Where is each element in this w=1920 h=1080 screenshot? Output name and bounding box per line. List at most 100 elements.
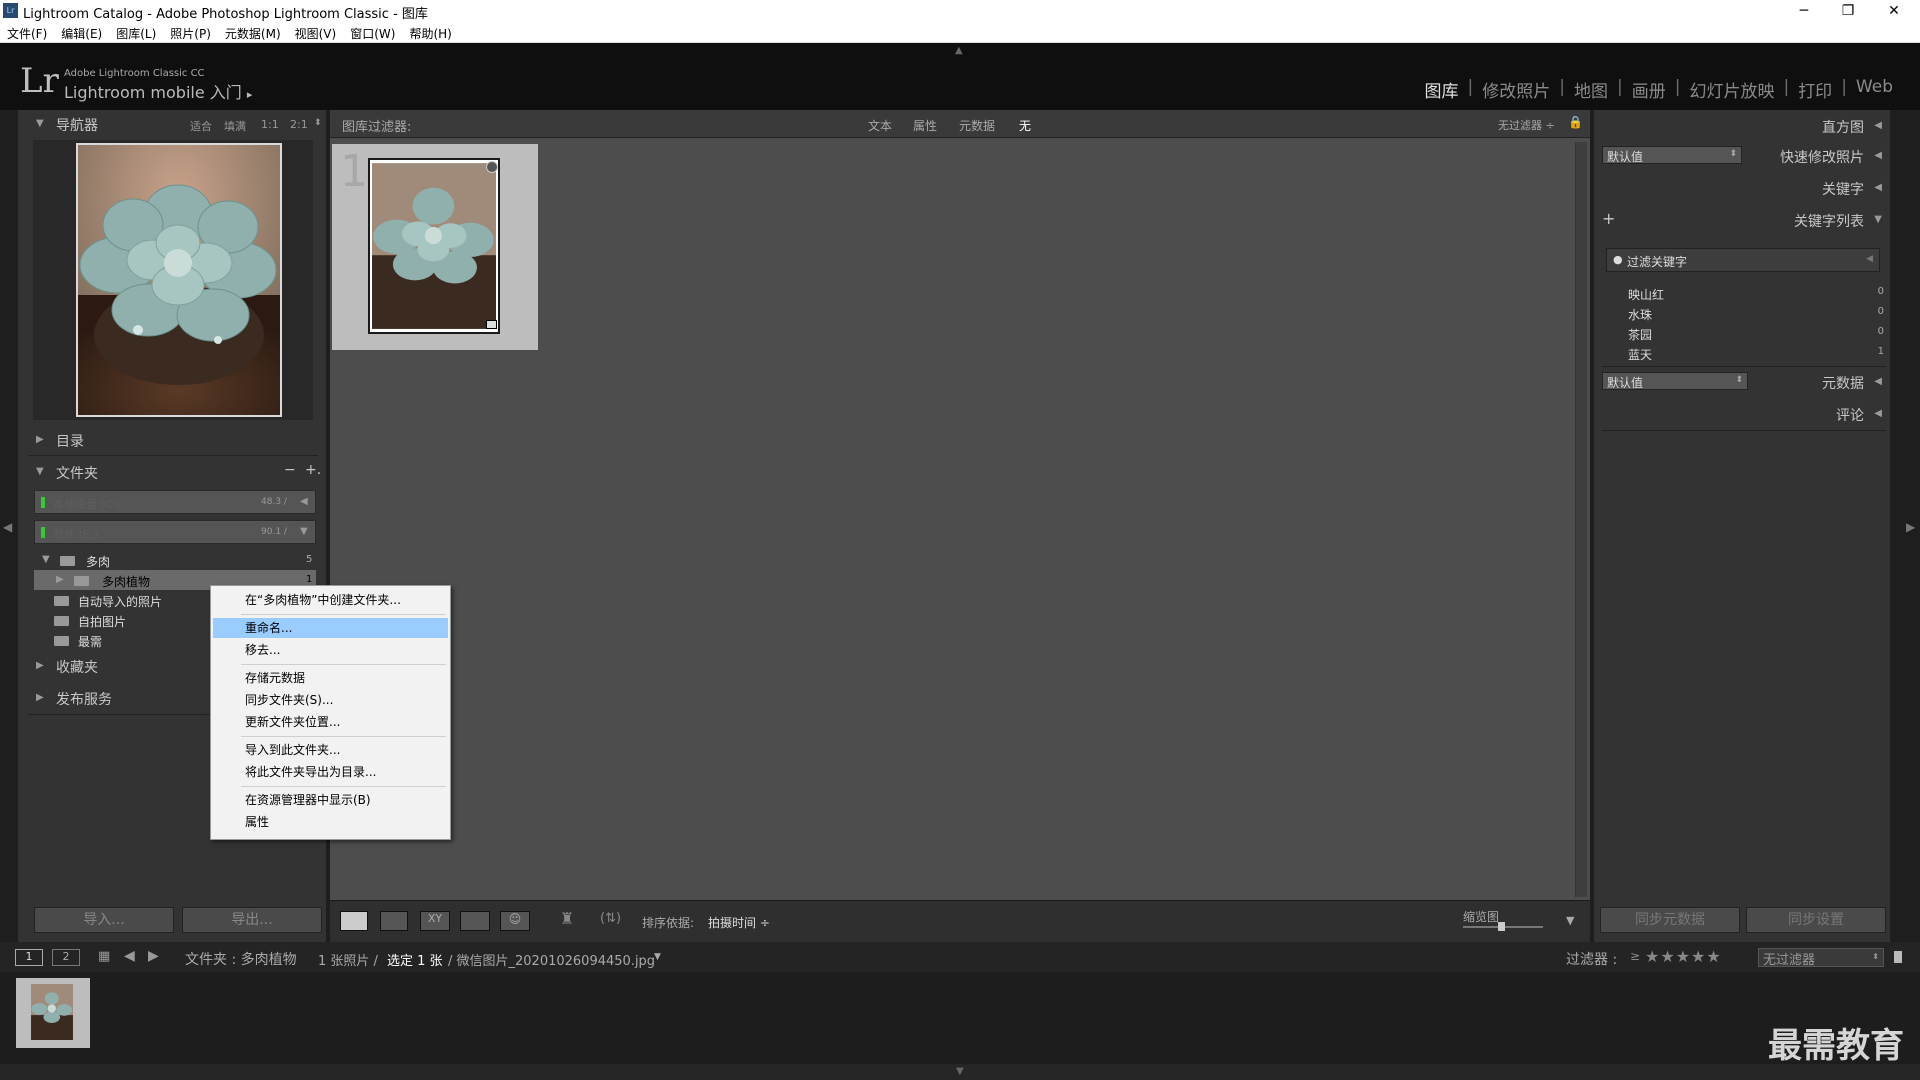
folders-header[interactable]: ▼ 文件夹 − +.: [18, 458, 326, 488]
navigator-preview-image[interactable]: [76, 143, 282, 417]
menu-library[interactable]: 图库(L): [109, 22, 163, 42]
rating-stars[interactable]: ★★★★★: [1645, 947, 1722, 966]
identity-line1: Adobe Lightroom Classic CC: [64, 68, 205, 79]
folder-duorou[interactable]: ▼ 多肉 5: [34, 550, 316, 570]
filter-text[interactable]: 文本: [868, 117, 892, 134]
clear-filter-icon[interactable]: ◀: [1866, 254, 1873, 264]
filmstrip-filter-select[interactable]: 无过滤器 ⬍: [1758, 948, 1884, 968]
rating-operator[interactable]: ≥: [1630, 949, 1640, 963]
keywords-header[interactable]: 关键字 ◀: [1594, 174, 1890, 204]
sync-metadata-button[interactable]: 同步元数据: [1600, 907, 1740, 933]
module-web[interactable]: Web: [1847, 77, 1902, 102]
metadata-preset-select[interactable]: 默认值 ⬍: [1602, 372, 1748, 390]
file-menu-icon[interactable]: ▼: [654, 952, 661, 962]
volume-c[interactable]: 本地磁盘 (C:) 48.3 / ◀: [34, 490, 316, 514]
maximize-button[interactable]: ❐: [1826, 0, 1870, 22]
menu-edit[interactable]: 编辑(E): [54, 22, 109, 42]
collapse-right-icon[interactable]: ▶: [1906, 520, 1915, 534]
minimize-button[interactable]: ─: [1782, 0, 1826, 22]
painter-icon[interactable]: ♜: [560, 909, 574, 928]
filter-metadata[interactable]: 元数据: [959, 117, 995, 134]
menu-view[interactable]: 视图(V): [288, 22, 344, 42]
collapse-top-icon[interactable]: ▲: [955, 45, 963, 56]
nav-fit[interactable]: 适合: [190, 118, 212, 134]
keyword-item[interactable]: 水珠 0: [1628, 306, 1890, 323]
keyword-item[interactable]: 茶园 0: [1628, 326, 1890, 343]
filter-preset-select[interactable]: 无过滤器 ÷: [1498, 117, 1555, 133]
sort-select[interactable]: 拍摄时间 ÷: [708, 914, 770, 931]
menu-import-to-folder[interactable]: 导入到此文件夹...: [213, 740, 448, 760]
menu-window[interactable]: 窗口(W): [343, 22, 402, 42]
filter-attribute[interactable]: 属性: [913, 117, 937, 134]
add-keyword-button[interactable]: +: [1602, 209, 1615, 228]
nav-1to1[interactable]: 1:1: [261, 118, 279, 131]
toolbar-menu-icon[interactable]: ▼: [1566, 914, 1574, 927]
filter-lock-icon[interactable]: [1894, 951, 1902, 963]
comments-header[interactable]: 评论 ◀: [1594, 400, 1890, 430]
sort-direction-icon[interactable]: (⇅): [600, 911, 621, 926]
menu-sync-folder[interactable]: 同步文件夹(S)...: [213, 690, 448, 710]
menu-help[interactable]: 帮助(H): [402, 22, 458, 42]
menu-export-as-catalog[interactable]: 将此文件夹导出为目录...: [213, 762, 448, 782]
nav-zoom-stepper-icon[interactable]: ⬍: [314, 118, 322, 128]
window-1-button[interactable]: 1: [15, 949, 43, 966]
forward-icon[interactable]: ▶: [148, 948, 159, 964]
quick-develop-header[interactable]: 默认值 ⬍ 快速修改照片 ◀: [1594, 142, 1890, 172]
grid-view-icon[interactable]: ▦: [98, 949, 110, 964]
close-button[interactable]: ✕: [1872, 0, 1916, 22]
navigator-header[interactable]: ▼ 导航器 适合 填满 1:1 2:1 ⬍: [18, 110, 326, 140]
export-button[interactable]: 导出...: [182, 907, 322, 933]
survey-view-icon[interactable]: [460, 911, 490, 931]
grid-view-icon[interactable]: [340, 911, 368, 931]
histogram-header[interactable]: 直方图 ◀: [1594, 110, 1890, 140]
keyword-filter-input[interactable]: ● 过滤关键字 ◀: [1606, 248, 1880, 272]
menu-show-in-explorer[interactable]: 在资源管理器中显示(B): [213, 790, 448, 810]
compare-view-icon[interactable]: XY: [420, 911, 450, 931]
filmstrip-thumbnail[interactable]: [16, 978, 90, 1048]
module-map[interactable]: 地图: [1565, 77, 1617, 102]
cell-edit-icon[interactable]: [486, 320, 497, 329]
keyword-list-header[interactable]: + 关键字列表 ▼: [1594, 206, 1890, 236]
cell-badge-icon[interactable]: [486, 161, 498, 173]
collapse-left-icon[interactable]: ◀: [3, 520, 12, 534]
module-slideshow[interactable]: 幻灯片放映: [1680, 77, 1783, 102]
keyword-item[interactable]: 蓝天 1: [1628, 346, 1890, 363]
filter-none[interactable]: 无: [1019, 117, 1031, 134]
back-icon[interactable]: ◀: [124, 948, 135, 964]
collapse-bottom-icon[interactable]: ▼: [956, 1066, 964, 1077]
menu-file[interactable]: 文件(F): [0, 22, 54, 42]
menu-remove[interactable]: 移去...: [213, 640, 448, 660]
loupe-view-icon[interactable]: [380, 911, 408, 931]
quick-develop-preset-select[interactable]: 默认值 ⬍: [1602, 146, 1742, 164]
nav-2to1[interactable]: 2:1: [290, 118, 308, 131]
source-path[interactable]: 文件夹 : 多肉植物: [185, 949, 297, 969]
grid-cell[interactable]: 1: [332, 144, 538, 350]
thumbnail-slider-handle[interactable]: [1498, 922, 1505, 931]
menu-rename[interactable]: 重命名...: [213, 618, 448, 638]
module-print[interactable]: 打印: [1789, 77, 1841, 102]
grid-scrollbar[interactable]: [1575, 142, 1587, 897]
menu-update-location[interactable]: 更新文件夹位置...: [213, 712, 448, 732]
import-button[interactable]: 导入...: [34, 907, 174, 933]
metadata-header[interactable]: 默认值 ⬍ 元数据 ◀: [1594, 368, 1890, 398]
identity-line2[interactable]: Lightroom mobile 入门 ▸: [64, 79, 252, 103]
keyword-item[interactable]: 映山红 0: [1628, 286, 1890, 303]
catalog-header[interactable]: ▶ 目录: [18, 426, 326, 456]
add-folder-button[interactable]: +.: [305, 462, 321, 478]
volume-e[interactable]: 软件 (E:) 90.1 / ▼: [34, 520, 316, 544]
sync-settings-button[interactable]: 同步设置: [1746, 907, 1886, 933]
menu-create-folder[interactable]: 在“多肉植物”中创建文件夹...: [213, 590, 448, 610]
menu-save-metadata[interactable]: 存储元数据: [213, 668, 448, 688]
module-book[interactable]: 画册: [1623, 77, 1675, 102]
grid-thumbnail[interactable]: [368, 158, 500, 334]
menu-properties[interactable]: 属性: [213, 812, 448, 832]
module-develop[interactable]: 修改照片: [1473, 77, 1559, 102]
people-view-icon[interactable]: ☺: [500, 911, 530, 931]
module-library[interactable]: 图库: [1416, 77, 1468, 102]
menu-metadata[interactable]: 元数据(M): [218, 22, 288, 42]
nav-fill[interactable]: 填满: [224, 118, 246, 134]
window-2-button[interactable]: 2: [52, 949, 80, 966]
remove-folder-button[interactable]: −: [284, 462, 296, 478]
menu-photo[interactable]: 照片(P): [163, 22, 218, 42]
lock-icon[interactable]: 🔒: [1568, 115, 1583, 129]
